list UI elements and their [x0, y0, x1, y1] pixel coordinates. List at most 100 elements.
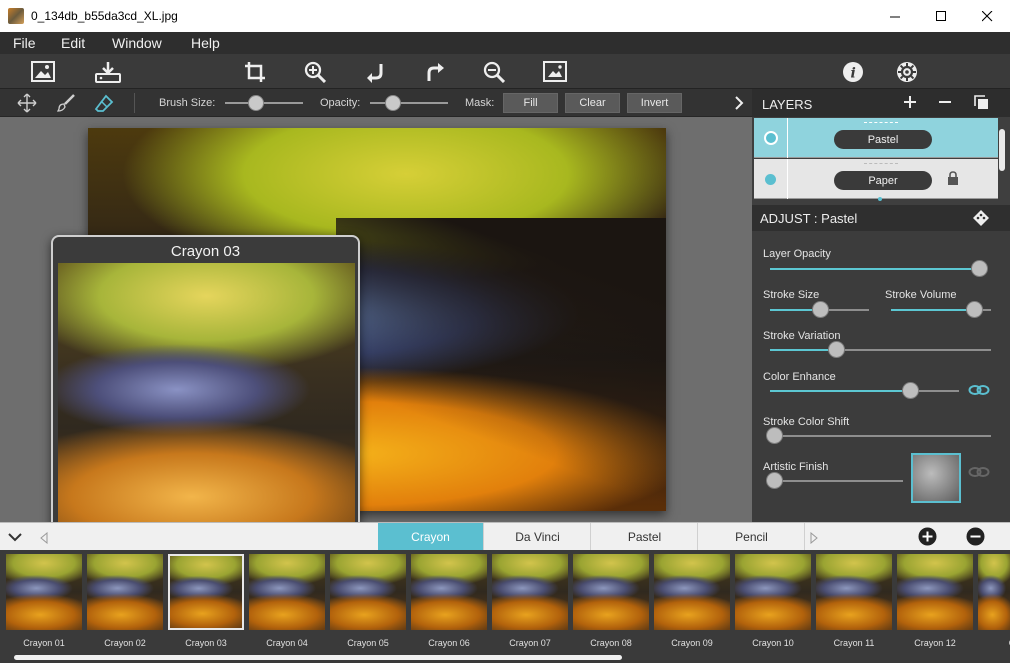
preset-thumbnail[interactable] [168, 554, 244, 630]
stroke-color-shift-slider[interactable] [766, 427, 991, 444]
preset-thumbnail[interactable] [897, 554, 973, 630]
zoom-in-icon [304, 61, 326, 83]
layers-scrollbar[interactable] [999, 129, 1005, 171]
duplicate-icon [974, 95, 988, 109]
tabs-scroll-right[interactable] [810, 531, 818, 549]
preset-thumbnail[interactable] [978, 554, 1010, 630]
crop-button[interactable] [242, 59, 268, 85]
preset-thumbnail-label: Cra [976, 638, 1010, 648]
collapse-presets-button[interactable] [8, 530, 22, 548]
layer-opacity-knob[interactable] [971, 260, 988, 277]
info-icon: i [843, 62, 863, 82]
stroke-variation-knob[interactable] [828, 341, 846, 358]
menu-edit[interactable]: Edit [61, 35, 85, 51]
tab-da-vinci[interactable]: Da Vinci [485, 523, 591, 551]
menu-window[interactable]: Window [112, 35, 162, 51]
preset-thumbnail[interactable] [654, 554, 730, 630]
remove-preset-button[interactable] [966, 527, 985, 551]
tabs-scroll-left[interactable] [40, 531, 48, 549]
settings-icon [897, 62, 917, 82]
zoom-out-button[interactable] [481, 59, 507, 85]
brush-tool[interactable] [53, 90, 79, 116]
expand-options-button[interactable] [729, 90, 749, 116]
right-panel: LAYERS Pastel Paper ADJUST: Pastel Laye… [752, 89, 1010, 522]
redo-icon [427, 63, 444, 81]
mask-invert-button[interactable]: Invert [627, 93, 682, 113]
preset-thumbnail[interactable] [330, 554, 406, 630]
mask-fill-button[interactable]: Fill [503, 93, 558, 113]
close-button[interactable] [964, 0, 1010, 32]
color-enhance-knob[interactable] [901, 382, 919, 399]
lock-icon[interactable] [947, 171, 959, 191]
add-preset-button[interactable] [918, 527, 937, 551]
stroke-volume-knob[interactable] [966, 301, 983, 318]
settings-button[interactable] [894, 59, 920, 85]
layer-drag-handle[interactable] [864, 122, 898, 123]
move-icon [17, 93, 37, 113]
redo-button[interactable] [422, 59, 448, 85]
preset-thumbnail[interactable] [573, 554, 649, 630]
eraser-tool[interactable] [91, 90, 117, 116]
move-tool[interactable] [14, 90, 40, 116]
layer-visibility-toggle[interactable] [765, 174, 776, 185]
svg-text:i: i [851, 66, 856, 82]
thumbnail-scrollbar[interactable] [14, 655, 622, 660]
tab-crayon[interactable]: Crayon [378, 523, 484, 551]
stroke-size-slider[interactable] [770, 301, 869, 318]
info-button[interactable]: i [840, 59, 866, 85]
layer-visibility-toggle[interactable] [764, 131, 778, 145]
preset-thumbnail-label: Crayon 08 [590, 638, 632, 648]
remove-layer-button[interactable] [938, 95, 952, 112]
eraser-icon [94, 94, 114, 112]
layer-row-pastel[interactable]: Pastel [754, 118, 998, 158]
app-icon [8, 8, 24, 24]
minimize-button[interactable] [872, 0, 918, 32]
duplicate-layer-button[interactable] [974, 95, 989, 113]
undo-button[interactable] [362, 59, 388, 85]
stroke-volume-slider[interactable] [891, 301, 991, 318]
mask-clear-button[interactable]: Clear [565, 93, 620, 113]
brush-size-knob[interactable] [248, 95, 265, 111]
mask-label: Mask: [465, 97, 495, 109]
link-icon[interactable] [968, 382, 990, 401]
main-toolbar: i [0, 54, 1010, 89]
menu-help[interactable]: Help [191, 35, 220, 51]
chevron-down-icon [8, 533, 22, 542]
maximize-button[interactable] [918, 0, 964, 32]
preset-thumbnail[interactable] [6, 554, 82, 630]
preset-thumbnail[interactable] [816, 554, 892, 630]
artistic-finish-slider[interactable] [766, 472, 903, 489]
randomize-button[interactable] [972, 209, 990, 230]
opacity-knob[interactable] [385, 95, 402, 111]
stroke-color-shift-knob[interactable] [766, 427, 783, 444]
layer-drag-handle[interactable] [864, 163, 898, 164]
stroke-size-knob[interactable] [811, 301, 829, 318]
zoom-in-button[interactable] [302, 59, 328, 85]
layer-row-paper[interactable]: Paper [754, 159, 998, 199]
fit-image-button[interactable] [542, 59, 568, 85]
brush-size-slider[interactable] [225, 95, 303, 111]
save-button[interactable] [95, 59, 121, 85]
opacity-slider[interactable] [370, 95, 448, 111]
preset-thumbnail[interactable] [735, 554, 811, 630]
preset-thumbnail[interactable] [411, 554, 487, 630]
stroke-variation-slider[interactable] [770, 341, 991, 358]
preset-thumbnail-label: Crayon 03 [185, 638, 227, 648]
open-image-button[interactable] [30, 59, 56, 85]
layers-scroll-indicator [878, 197, 882, 201]
artistic-finish-knob[interactable] [766, 472, 783, 489]
add-layer-button[interactable] [903, 95, 917, 112]
brush-options-bar: Brush Size: Opacity: Mask: Fill Clear In… [0, 89, 752, 117]
preset-thumbnail[interactable] [249, 554, 325, 630]
tab-pastel[interactable]: Pastel [592, 523, 698, 551]
preset-thumbnail-label: Crayon 05 [347, 638, 389, 648]
layer-opacity-slider[interactable] [770, 260, 988, 277]
link-disabled-icon[interactable] [968, 464, 990, 483]
color-enhance-slider[interactable] [770, 382, 959, 399]
texture-swatch[interactable] [911, 453, 961, 503]
menu-file[interactable]: File [13, 35, 36, 51]
tab-pencil[interactable]: Pencil [699, 523, 805, 551]
preset-thumbnail[interactable] [87, 554, 163, 630]
preset-thumbnail-label: Crayon 09 [671, 638, 713, 648]
preset-thumbnail[interactable] [492, 554, 568, 630]
